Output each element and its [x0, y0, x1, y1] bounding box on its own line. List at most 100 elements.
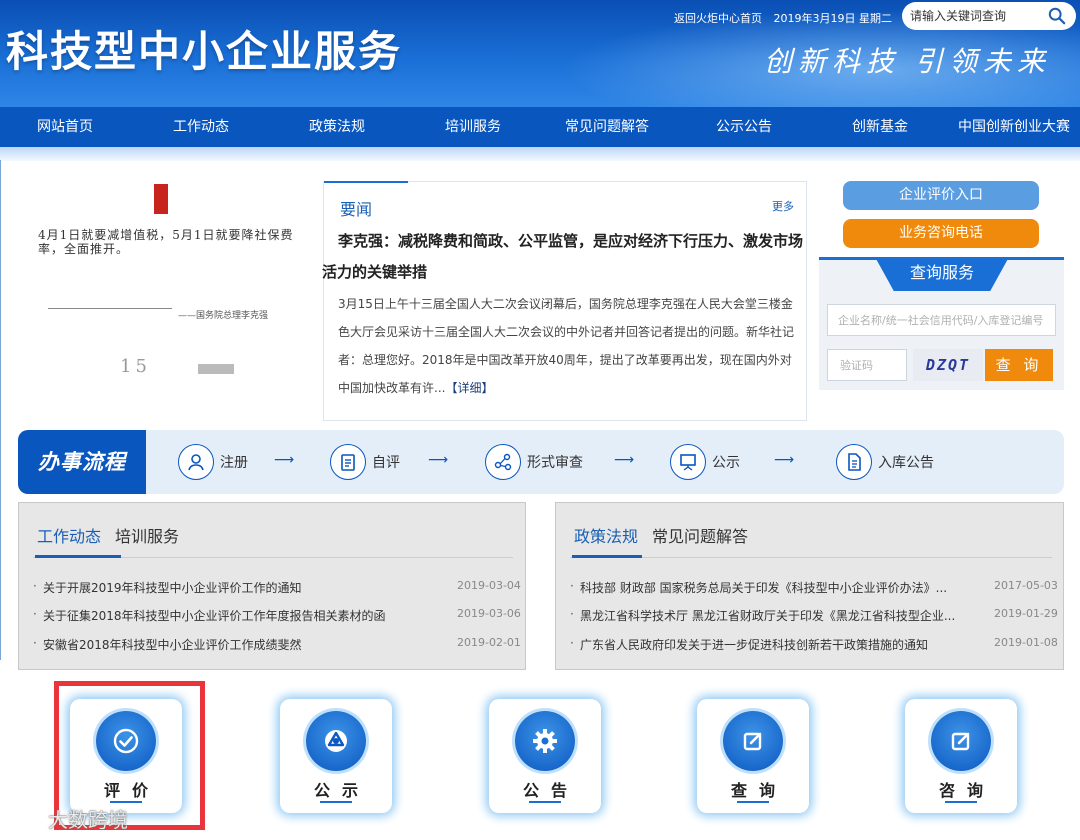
- policy-panel: 政策法规 常见问题解答 · 科技部 财政部 国家税务总局关于印发《科技型中小企业评价…: [555, 502, 1064, 670]
- left-border-line: [0, 160, 1, 660]
- tab-work-news[interactable]: 工作动态: [37, 527, 101, 546]
- nav-item-innovation-fund[interactable]: 创新基金: [852, 107, 908, 147]
- tab-underline: [572, 555, 642, 558]
- clipboard-icon: [330, 444, 366, 480]
- list-item-title[interactable]: 关于开展2019年科技型中小企业评价工作的通知: [43, 579, 302, 596]
- top-links: 返回火炬中心首页 2019年3月19日 星期二: [674, 10, 900, 26]
- red-seal: [154, 184, 168, 214]
- tile-publicity-label: 公示: [313, 781, 370, 800]
- bullet: ·: [33, 636, 37, 650]
- query-input[interactable]: [827, 304, 1056, 336]
- list-item-title[interactable]: 安徽省2018年科技型中小企业评价工作成绩斐然: [43, 636, 302, 653]
- step-publicity-label: 公示: [712, 455, 740, 471]
- query-panel: 查询服务 DZQT 查 询: [819, 257, 1064, 390]
- list-item-date: 2019-03-04: [457, 579, 521, 592]
- bullet: ·: [570, 607, 574, 621]
- list-item[interactable]: · 关于征集2018年科技型中小企业评价工作年度报告相关素材的函 2019-03-…: [33, 607, 521, 627]
- bullet: ·: [570, 636, 574, 650]
- nav-item-training[interactable]: 培训服务: [445, 107, 501, 147]
- tab-faq[interactable]: 常见问题解答: [652, 527, 748, 546]
- step-register[interactable]: 注册: [178, 444, 248, 480]
- list-item-date: 2019-01-29: [994, 607, 1058, 620]
- arrow-icon: ⟶: [614, 452, 635, 468]
- tile-underline: [529, 801, 561, 803]
- arrow-icon: ⟶: [428, 452, 449, 468]
- process-bar: 办事流程 注册 ⟶ 自评 ⟶ 形式审查 ⟶ 公示 ⟶ 入库公告: [18, 430, 1064, 494]
- tile-query-label: 查询: [730, 781, 787, 800]
- query-button[interactable]: 查 询: [985, 349, 1053, 381]
- tab-policy[interactable]: 政策法规: [574, 527, 638, 546]
- list-item-date: 2019-03-06: [457, 607, 521, 620]
- panel-divider: [570, 557, 1052, 558]
- list-item[interactable]: · 黑龙江省科学技术厅 黑龙江省财政厅关于印发《黑龙江省科技型企业... 2019…: [570, 607, 1058, 627]
- step-review[interactable]: 形式审查: [485, 444, 583, 480]
- network-icon: [485, 444, 521, 480]
- nav-item-home[interactable]: 网站首页: [37, 107, 93, 147]
- news-tab-label[interactable]: 要闻: [340, 196, 372, 220]
- news-image[interactable]: 4月1日就要减增值税，5月1日就要降社保费率，全面推开。 ——国务院总理李克强 …: [28, 178, 306, 390]
- news-image-signature: ——国务院总理李克强: [178, 311, 269, 321]
- tile-publicity[interactable]: 公示: [280, 699, 392, 813]
- nav-item-notice[interactable]: 公示公告: [716, 107, 772, 147]
- bullet: ·: [33, 607, 37, 621]
- nav-item-faq[interactable]: 常见问题解答: [565, 107, 649, 147]
- news-image-date-block: [198, 364, 234, 374]
- step-self-eval-label: 自评: [372, 455, 400, 471]
- search-icon[interactable]: [1048, 7, 1066, 25]
- news-tab-underline: [324, 181, 408, 183]
- list-item-title[interactable]: 关于征集2018年科技型中小企业评价工作年度报告相关素材的函: [43, 607, 386, 624]
- list-item-title[interactable]: 黑龙江省科学技术厅 黑龙江省财政厅关于印发《黑龙江省科技型企业...: [580, 607, 955, 624]
- nav-item-work-news[interactable]: 工作动态: [173, 107, 229, 147]
- list-item-title[interactable]: 科技部 财政部 国家税务总局关于印发《科技型中小企业评价办法》...: [580, 579, 947, 596]
- step-review-label: 形式审查: [527, 455, 583, 471]
- bullet: ·: [33, 579, 37, 593]
- edit-icon: [931, 711, 991, 771]
- captcha-input[interactable]: [827, 349, 907, 381]
- list-item[interactable]: · 科技部 财政部 国家税务总局关于印发《科技型中小企业评价办法》... 2017…: [570, 579, 1058, 599]
- back-home-link[interactable]: 返回火炬中心首页: [674, 12, 762, 25]
- step-publicity[interactable]: 公示: [670, 444, 740, 480]
- tile-underline: [737, 801, 769, 803]
- news-body: 3月15日上午十三届全国人大二次会议闭幕后，国务院总理李克强在人民大会堂三楼金色…: [338, 290, 800, 402]
- list-item-date: 2019-02-01: [457, 636, 521, 649]
- news-image-date: 15: [120, 356, 151, 377]
- eval-entry-button[interactable]: 企业评价入口: [843, 181, 1039, 210]
- news-headline[interactable]: 李克强：减税降费和简政、公平监管，是应对经济下行压力、激发市场活力的关键举措: [322, 226, 806, 288]
- step-announce[interactable]: 入库公告: [836, 444, 934, 480]
- header-slogan: 创新科技 引领未来: [764, 45, 1051, 78]
- news-detail-link[interactable]: 【详细】: [445, 381, 493, 395]
- list-item-date: 2019-01-08: [994, 636, 1058, 649]
- site-title[interactable]: 科技型中小企业服务: [6, 18, 402, 79]
- tile-underline: [945, 801, 977, 803]
- news-image-quote: 4月1日就要减增值税，5月1日就要降社保费率，全面推开。: [38, 228, 294, 256]
- current-date: 2019年3月19日 星期二: [773, 12, 893, 25]
- tile-announcement[interactable]: 公告: [489, 699, 601, 813]
- step-self-eval[interactable]: 自评: [330, 444, 400, 480]
- step-announce-label: 入库公告: [878, 455, 934, 471]
- bullet: ·: [570, 579, 574, 593]
- news-more-link[interactable]: 更多: [772, 198, 794, 214]
- captcha-image[interactable]: DZQT: [913, 349, 983, 381]
- list-item[interactable]: · 安徽省2018年科技型中小企业评价工作成绩斐然 2019-02-01: [33, 636, 521, 656]
- main-nav: 网站首页 工作动态 政策法规 培训服务 常见问题解答 公示公告 创新基金 中国创…: [0, 107, 1080, 147]
- tile-consult-label: 咨询: [938, 781, 995, 800]
- gear-icon: [515, 711, 575, 771]
- consult-phone-button[interactable]: 业务咨询电话: [843, 219, 1039, 248]
- list-item-title[interactable]: 广东省人民政府印发关于进一步促进科技创新若干政策措施的通知: [580, 636, 928, 653]
- presentation-icon: [670, 444, 706, 480]
- tile-consult[interactable]: 咨询: [905, 699, 1017, 813]
- nav-item-policy[interactable]: 政策法规: [309, 107, 365, 147]
- tab-underline: [35, 555, 121, 558]
- search-input[interactable]: [910, 9, 1040, 23]
- tile-query[interactable]: 查询: [697, 699, 809, 813]
- list-item[interactable]: · 关于开展2019年科技型中小企业评价工作的通知 2019-03-04: [33, 579, 521, 599]
- work-news-panel: 工作动态 培训服务 · 关于开展2019年科技型中小企业评价工作的通知 2019-0…: [18, 502, 526, 670]
- process-title: 办事流程: [18, 430, 146, 494]
- arrow-icon: ⟶: [274, 452, 295, 468]
- tab-training[interactable]: 培训服务: [115, 527, 179, 546]
- edit-icon: [723, 711, 783, 771]
- list-item[interactable]: · 广东省人民政府印发关于进一步促进科技创新若干政策措施的通知 2019-01-0…: [570, 636, 1058, 656]
- list-item-date: 2017-05-03: [994, 579, 1058, 592]
- nav-item-contest[interactable]: 中国创新创业大赛: [958, 107, 1070, 147]
- tile-underline: [320, 801, 352, 803]
